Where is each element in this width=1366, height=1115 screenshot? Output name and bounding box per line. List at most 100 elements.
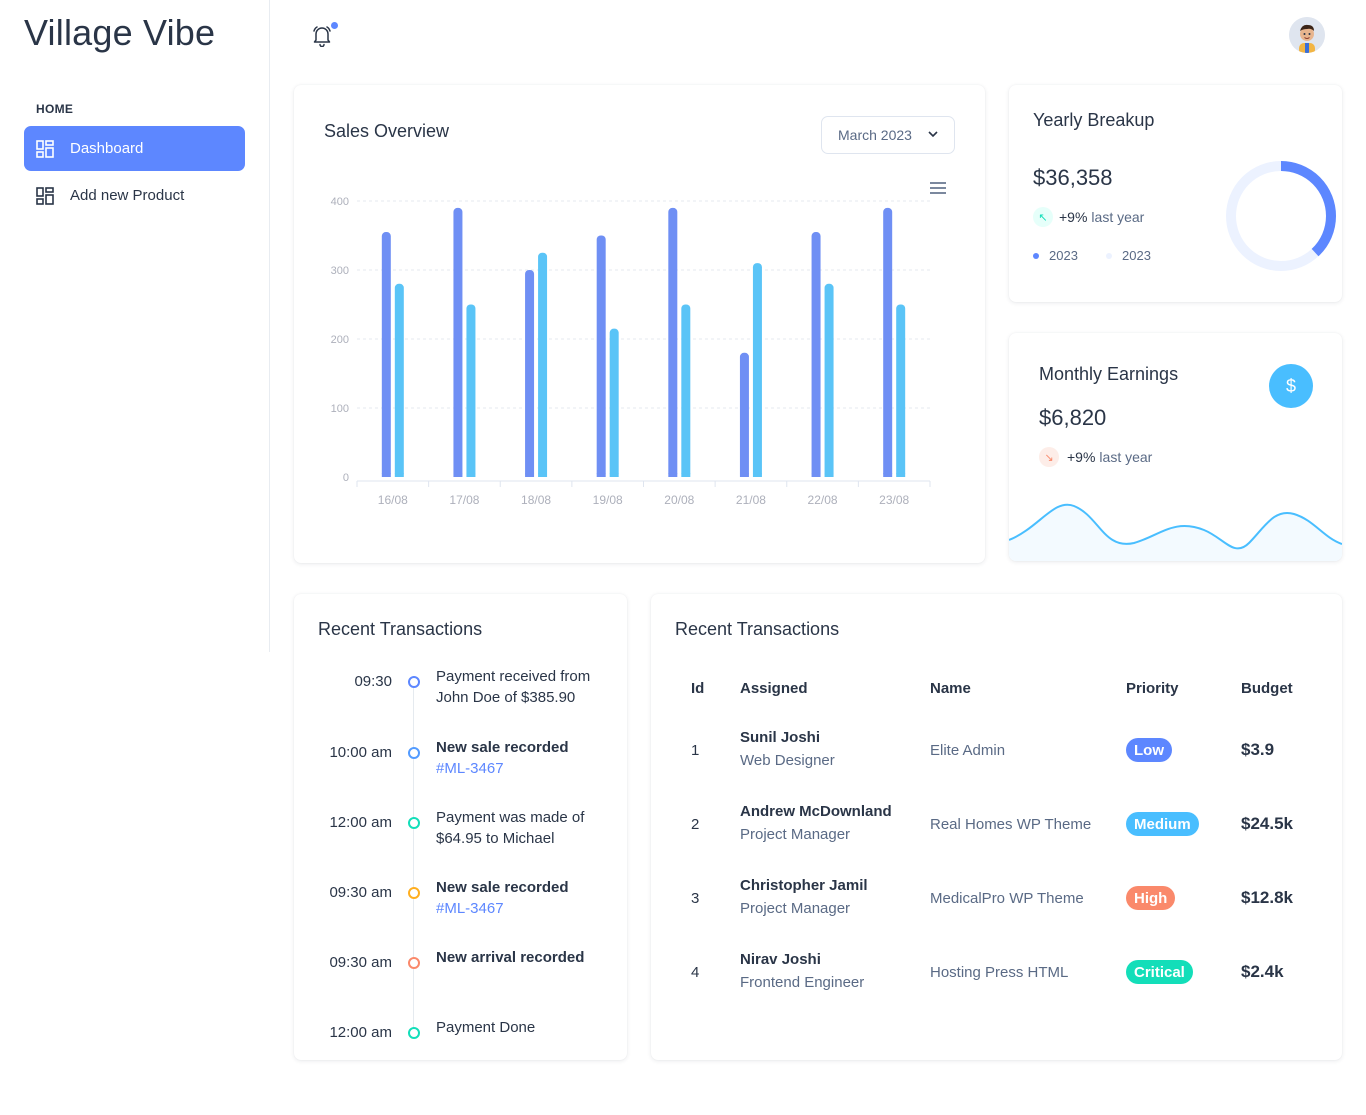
- cell-assigned-name: Christopher Jamil: [740, 877, 868, 894]
- bar-base: [609, 473, 619, 477]
- monthly-amount: $6,820: [1039, 405, 1107, 430]
- cell-assigned-name: Andrew McDownland: [740, 803, 892, 820]
- brand-logo[interactable]: Village Vibe: [24, 12, 215, 54]
- bar-series1-22/08: [811, 232, 821, 477]
- timeline-text: New sale recorded: [436, 879, 569, 896]
- bar-base: [739, 473, 749, 477]
- x-tick-label: 21/08: [736, 493, 766, 507]
- cell-budget: $2.4k: [1241, 962, 1284, 981]
- bar-series1-20/08: [668, 207, 678, 477]
- user-avatar[interactable]: [1289, 17, 1325, 53]
- yearly-delta: ↖ +9% last year: [1033, 207, 1144, 227]
- month-select-value: March 2023: [838, 127, 912, 143]
- timeline-link[interactable]: #ML-3467: [436, 898, 606, 919]
- y-tick-label: 300: [331, 265, 349, 277]
- month-select[interactable]: March 2023: [821, 116, 955, 154]
- bar-series2-17/08: [466, 304, 476, 477]
- bar-series2-21/08: [752, 263, 762, 477]
- timeline-link[interactable]: #ML-3467: [436, 758, 606, 779]
- bar-base: [596, 473, 606, 477]
- chevron-down-icon: [926, 127, 940, 144]
- cell-assigned-name: Nirav Joshi: [740, 951, 821, 968]
- y-tick-label: 100: [331, 403, 349, 415]
- sales-overview-title: Sales Overview: [324, 121, 450, 141]
- timeline-item: Payment was made of $64.95 to Michael: [436, 807, 606, 849]
- cell-assigned-role: Web Designer: [740, 752, 835, 769]
- bar-base: [896, 473, 906, 477]
- sales-overview-card: Sales Overview March 2023 0 100 200 300 400 1…: [294, 85, 985, 563]
- x-tick-label: 22/08: [808, 493, 838, 507]
- bar-base: [466, 473, 476, 477]
- bar-series1-23/08: [883, 207, 893, 477]
- cell-project-name: Real Homes WP Theme: [930, 816, 1092, 833]
- yearly-breakup-card: Yearly Breakup $36,358 ↖ +9% last year 2…: [1009, 85, 1342, 302]
- bell-icon[interactable]: [312, 25, 332, 48]
- legend-dot: [1106, 252, 1112, 259]
- yearly-amount: $36,358: [1033, 165, 1113, 190]
- legend-dot: [1033, 252, 1039, 259]
- timeline-dot: [408, 887, 420, 899]
- nav-caption: HOME: [36, 102, 74, 116]
- cell-id: 4: [691, 964, 700, 981]
- cell-id: 2: [691, 816, 700, 833]
- bar-series2-16/08: [394, 283, 404, 477]
- priority-badge[interactable]: Critical: [1126, 960, 1193, 984]
- sidebar-item-label: Add new Product: [70, 187, 185, 204]
- timeline-dot: [408, 957, 420, 969]
- timeline-time: 09:30 am: [329, 884, 392, 901]
- bar-series1-18/08: [525, 270, 535, 477]
- bar-base: [668, 473, 678, 477]
- bar-series2-19/08: [609, 328, 619, 477]
- bar-base: [538, 473, 548, 477]
- timeline-time: 10:00 am: [329, 744, 392, 761]
- monthly-sparkline: [1009, 503, 1342, 561]
- timeline-text: New sale recorded: [436, 739, 569, 756]
- cell-id: 1: [691, 742, 700, 759]
- sales-bar-chart: 0 100 200 300 400 16/08 17/08 18/08 19/08 20/08 21…: [331, 196, 931, 507]
- monthly-earnings-title: Monthly Earnings: [1039, 364, 1179, 384]
- legend-item: 2023: [1033, 248, 1078, 263]
- y-tick-label: 400: [331, 196, 349, 208]
- timeline-connector: [413, 688, 414, 747]
- cell-assigned-role: Project Manager: [740, 826, 851, 843]
- timeline-dot: [408, 817, 420, 829]
- yearly-delta-suffix: last year: [1091, 209, 1145, 225]
- arrow-up-left-icon: ↖: [1033, 207, 1053, 227]
- yearly-breakup-title: Yearly Breakup: [1033, 110, 1155, 130]
- timeline-text: Payment was made of $64.95 to Michael: [436, 809, 585, 847]
- cell-assigned-name: Sunil Joshi: [740, 729, 821, 746]
- sidebar-item-add-new-product[interactable]: Add new Product: [24, 173, 245, 218]
- timeline-dot: [408, 747, 420, 759]
- bar-series1-21/08: [739, 352, 749, 477]
- timeline-dot: [408, 1027, 420, 1039]
- x-tick-label: 16/08: [378, 493, 408, 507]
- x-tick-label: 23/08: [879, 493, 909, 507]
- dashboard-icon: [36, 186, 54, 205]
- timeline-item: Payment received from John Doe of $385.9…: [436, 666, 606, 708]
- bar-series1-19/08: [596, 235, 606, 477]
- cell-assigned-role: Project Manager: [740, 900, 851, 917]
- timeline-item: Payment Done: [436, 1017, 606, 1038]
- monthly-delta: ↘ +9% last year: [1039, 447, 1152, 467]
- cell-id: 3: [691, 890, 700, 907]
- cell-project-name: Elite Admin: [930, 742, 1006, 759]
- priority-badge[interactable]: Low: [1126, 738, 1172, 762]
- sidebar-item-label: Dashboard: [70, 140, 144, 157]
- timeline-connector: [413, 829, 414, 887]
- bar-base: [681, 473, 691, 477]
- priority-badge[interactable]: High: [1126, 886, 1176, 910]
- hamburger-menu-icon[interactable]: [930, 181, 946, 199]
- timeline-text: Payment Done: [436, 1019, 536, 1036]
- sidebar-item-dashboard[interactable]: Dashboard: [24, 126, 245, 171]
- bar-base: [394, 473, 404, 477]
- bar-base: [811, 473, 821, 477]
- bar-base: [824, 473, 834, 477]
- arrow-down-right-icon: ↘: [1039, 447, 1059, 467]
- cell-assigned-role: Frontend Engineer: [740, 974, 865, 991]
- x-tick-label: 20/08: [664, 493, 694, 507]
- bar-series1-17/08: [453, 207, 463, 477]
- priority-badge[interactable]: Medium: [1126, 812, 1199, 836]
- notification-dot: [331, 22, 338, 29]
- cell-project-name: MedicalPro WP Theme: [930, 890, 1084, 907]
- dollar-icon[interactable]: $: [1269, 364, 1313, 408]
